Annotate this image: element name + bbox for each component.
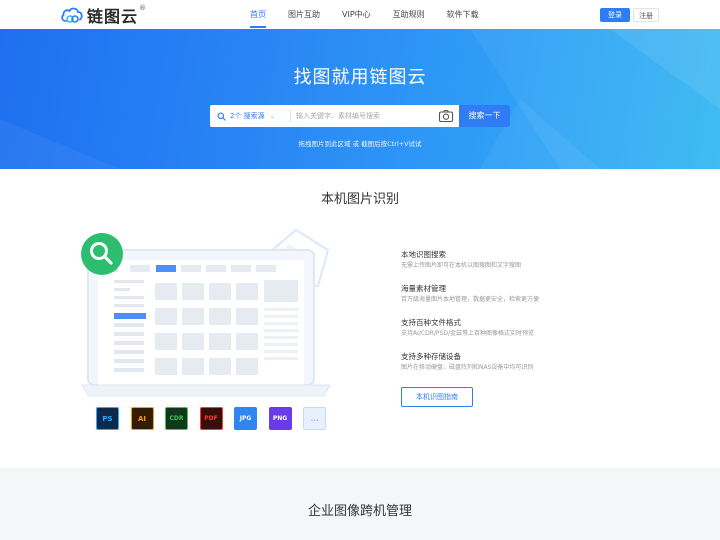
feature-title: 海量素材管理	[401, 284, 446, 293]
search-source-dropdown[interactable]: 2个 搜索源 ⌄	[217, 105, 275, 127]
camera-icon[interactable]	[438, 109, 454, 123]
feature-item: 海量素材管理 百万级海量图片本地管理，数据更安全，检索更方便	[401, 283, 641, 317]
nav-software-download[interactable]: 软件下载	[447, 0, 479, 29]
search-icon	[217, 111, 226, 121]
search-bar: 2个 搜索源 ⌄ 搜索一下	[210, 105, 510, 127]
paste-tip: 拖拽图片到此区域 或 截图后按Ctrl+V试试	[298, 140, 422, 148]
feature-desc: 支持AI/CDR/PSD/金兹等上百种图像格式实时预览	[401, 330, 534, 337]
feature-item: 支持多种存储设备 图片在移动硬盘、磁盘阵列和NAS设备中均可识别	[401, 351, 641, 385]
main-nav: 首页 图片互助 VIP中心 互助规则 软件下载	[250, 0, 501, 29]
feature-title: 支持多种存储设备	[401, 352, 461, 361]
ai-format-icon: AI	[130, 407, 154, 430]
feature-title: 本地识图搜索	[401, 250, 446, 259]
feature-list: 本地识图搜索 无需上传图片即可在本机以图搜图和文字搜图 海量素材管理 百万级海量…	[401, 249, 641, 385]
search-input[interactable]	[296, 108, 436, 124]
nav-image-help[interactable]: 图片互助	[288, 0, 320, 29]
section-title-local-recognition: 本机图片识别	[320, 192, 399, 207]
jpg-format-icon: JPG	[234, 407, 257, 430]
hero-background-shapes	[0, 29, 720, 169]
login-button[interactable]: 登录	[600, 8, 630, 22]
search-button[interactable]: 搜索一下	[459, 105, 510, 127]
feature-desc: 图片在移动硬盘、磁盘阵列和NAS设备中均可识别	[401, 364, 534, 371]
feature-desc: 无需上传图片即可在本机以图搜图和文字搜图	[401, 262, 522, 269]
feature-item: 支持百种文件格式 支持AI/CDR/PSD/金兹等上百种图像格式实时预览	[401, 317, 641, 351]
hero-banner: 找图就用链图云 2个 搜索源 ⌄ 搜索一下 拖拽图片到此区域 或 截图后按Ctr…	[0, 29, 720, 169]
pdf-format-icon: PDF	[199, 407, 223, 430]
local-recognition-guide-button[interactable]: 本机识图指南	[401, 387, 473, 407]
logo[interactable]: 链图云 ®	[60, 4, 146, 26]
nav-help-rules[interactable]: 互助规则	[393, 0, 425, 29]
register-button[interactable]: 注册	[633, 8, 659, 22]
cdr-format-icon: CDR	[165, 407, 188, 430]
feature-desc: 百万级海量图片本地管理，数据更安全，检索更方便	[401, 296, 540, 303]
enterprise-section: 企业图像跨机管理	[0, 468, 720, 540]
feature-title: 支持百种文件格式	[401, 318, 461, 327]
ps-format-icon: PS	[96, 407, 119, 430]
magnifier-icon	[81, 233, 123, 275]
search-source-label: 2个 搜索源	[230, 112, 265, 120]
registered-mark: ®	[139, 4, 147, 12]
png-format-icon: PNG	[268, 407, 292, 430]
nav-vip-center[interactable]: VIP中心	[342, 0, 371, 29]
more-formats-icon: ...	[303, 407, 326, 430]
cloud-logo-icon	[61, 7, 83, 23]
supported-formats: PS AI CDR PDF JPG PNG ...	[96, 407, 338, 430]
top-header: 链图云 ® 首页 图片互助 VIP中心 互助规则 软件下载 登录 注册	[0, 0, 720, 29]
chevron-down-icon: ⌄	[269, 112, 275, 120]
nav-home[interactable]: 首页	[250, 0, 266, 29]
logo-text: 链图云	[87, 7, 139, 26]
divider	[290, 110, 291, 122]
section-title-enterprise: 企业图像跨机管理	[307, 504, 412, 519]
hero-title: 找图就用链图云	[293, 67, 427, 88]
feature-item: 本地识图搜索 无需上传图片即可在本机以图搜图和文字搜图	[401, 249, 641, 283]
